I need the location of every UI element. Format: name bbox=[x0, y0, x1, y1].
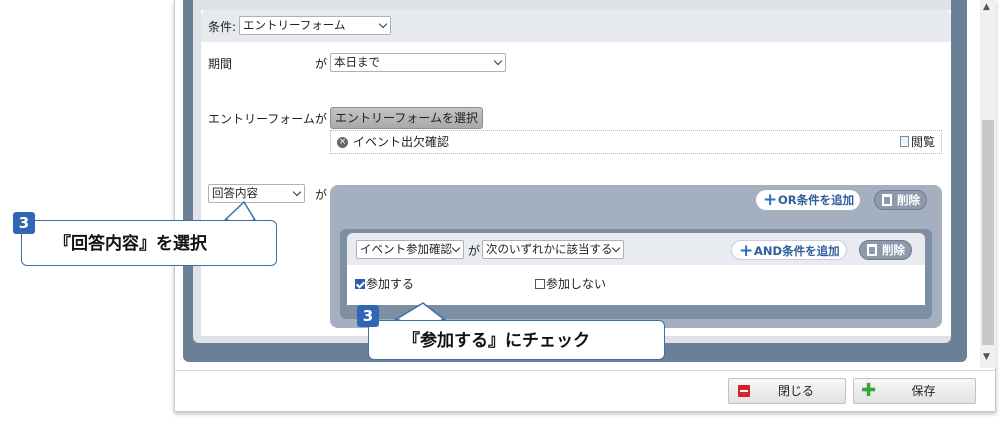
callout-select-answer: 『回答内容』を選択 bbox=[21, 220, 277, 266]
callout-check-attend: 『参加する』にチェック bbox=[368, 320, 665, 360]
step-badge: 3 bbox=[357, 305, 379, 327]
step-badge: 3 bbox=[13, 212, 35, 234]
